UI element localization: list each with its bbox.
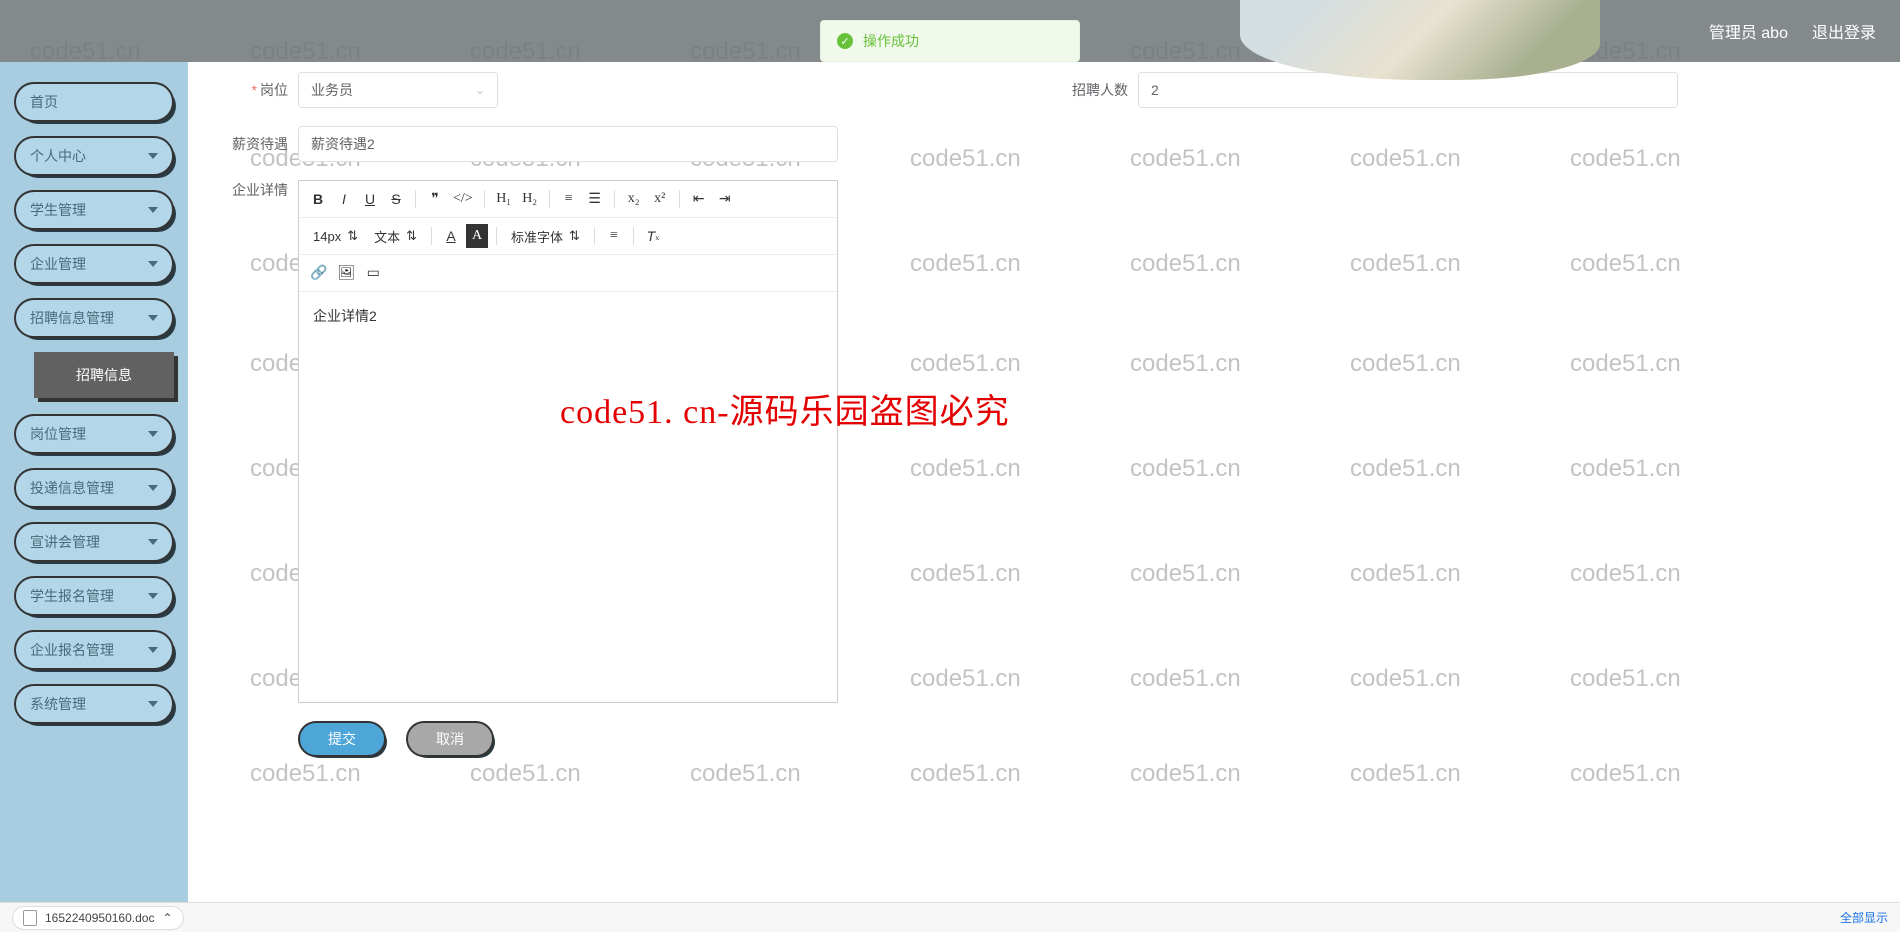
main-form: 岗位 业务员 ⌄ 招聘人数 薪资待遇 企业详情 B I U S ❞ </>: [188, 62, 1900, 902]
sidebar-item-label: 招聘信息管理: [30, 308, 114, 328]
logout-link[interactable]: 退出登录: [1812, 19, 1876, 43]
code-icon[interactable]: </>: [450, 187, 476, 211]
chevron-down-icon: [148, 207, 158, 213]
sidebar-item-label: 岗位管理: [30, 424, 86, 444]
image-icon[interactable]: 🖼: [334, 261, 358, 285]
sidebar-item-profile[interactable]: 个人中心: [14, 136, 174, 176]
subscript-icon[interactable]: x₂: [623, 187, 645, 211]
toolbar-separator: [549, 190, 550, 208]
salary-label: 薪资待遇: [218, 134, 288, 154]
toolbar-separator: [484, 190, 485, 208]
toolbar-separator: [633, 227, 634, 245]
paragraph-select[interactable]: 文本 ⇅: [368, 227, 423, 246]
chevron-down-icon: [148, 593, 158, 599]
sidebar-item-student-mgmt[interactable]: 学生管理: [14, 190, 174, 230]
sidebar-item-label: 宣讲会管理: [30, 532, 100, 552]
ordered-list-icon[interactable]: ≡: [558, 187, 580, 211]
sidebar-item-label: 首页: [30, 92, 58, 112]
position-select-value: 业务员: [311, 80, 353, 100]
sidebar-item-label: 投递信息管理: [30, 478, 114, 498]
toolbar-separator: [679, 190, 680, 208]
chevron-down-icon: [148, 485, 158, 491]
editor-body[interactable]: 企业详情2: [299, 292, 837, 702]
toolbar-separator: [415, 190, 416, 208]
superscript-icon[interactable]: x²: [649, 187, 671, 211]
bg-color-icon[interactable]: A: [466, 224, 488, 248]
position-select[interactable]: 业务员 ⌄: [298, 72, 498, 108]
sidebar-item-student-signup-mgmt[interactable]: 学生报名管理: [14, 576, 174, 616]
sidebar: 首页 个人中心 学生管理 企业管理 招聘信息管理 招聘信息 岗位管理 投递信息管…: [0, 62, 188, 932]
indent-icon[interactable]: ⇤: [688, 187, 710, 211]
quote-icon[interactable]: ❞: [424, 187, 446, 211]
video-icon[interactable]: ▭: [362, 261, 384, 285]
download-filename: 1652240950160.doc: [45, 911, 154, 925]
sidebar-item-lecture-mgmt[interactable]: 宣讲会管理: [14, 522, 174, 562]
unordered-list-icon[interactable]: ☰: [584, 187, 606, 211]
toolbar-separator: [594, 227, 595, 245]
sidebar-item-position-mgmt[interactable]: 岗位管理: [14, 414, 174, 454]
submit-button[interactable]: 提交: [298, 721, 386, 757]
sidebar-item-label: 个人中心: [30, 146, 86, 166]
editor-toolbar-3: 🔗 🖼 ▭: [299, 255, 837, 292]
sidebar-subitem-label: 招聘信息: [76, 365, 132, 385]
toolbar-separator: [496, 227, 497, 245]
sidebar-item-label: 学生管理: [30, 200, 86, 220]
toast-text: 操作成功: [863, 31, 919, 51]
rich-text-editor: B I U S ❞ </> H₁ H₂ ≡ ☰ x₂ x² ⇤ ⇥: [298, 180, 838, 703]
italic-icon[interactable]: I: [333, 187, 355, 211]
chevron-down-icon: [148, 261, 158, 267]
sidebar-item-delivery-mgmt[interactable]: 投递信息管理: [14, 468, 174, 508]
salary-input[interactable]: [298, 126, 838, 162]
sidebar-item-home[interactable]: 首页: [14, 82, 174, 122]
download-bar: 1652240950160.doc ⌃ 全部显示: [0, 902, 1900, 932]
check-circle-icon: ✓: [837, 33, 853, 49]
chevron-down-icon: [148, 315, 158, 321]
chevron-down-icon: [148, 431, 158, 437]
sidebar-item-enterprise-mgmt[interactable]: 企业管理: [14, 244, 174, 284]
chevron-down-icon: [148, 539, 158, 545]
bold-icon[interactable]: B: [307, 187, 329, 211]
chevron-down-icon: [148, 701, 158, 707]
font-color-icon[interactable]: A: [440, 224, 462, 248]
updown-icon: ⇅: [406, 228, 417, 244]
chevron-down-icon: [148, 153, 158, 159]
sidebar-item-recruit-mgmt[interactable]: 招聘信息管理: [14, 298, 174, 338]
position-label: 岗位: [218, 80, 288, 100]
fontsize-select[interactable]: 14px ⇅: [307, 228, 364, 244]
fontfamily-select[interactable]: 标准字体 ⇅: [505, 227, 586, 246]
sidebar-item-enterprise-signup-mgmt[interactable]: 企业报名管理: [14, 630, 174, 670]
file-icon: [23, 910, 37, 926]
success-toast: ✓ 操作成功: [820, 20, 1080, 62]
outdent-icon[interactable]: ⇥: [714, 187, 736, 211]
sidebar-subitem-recruit-info[interactable]: 招聘信息: [34, 352, 174, 398]
cancel-button[interactable]: 取消: [406, 721, 494, 757]
h2-icon[interactable]: H₂: [519, 187, 541, 211]
headcount-label: 招聘人数: [1058, 80, 1128, 100]
show-all-downloads[interactable]: 全部显示: [1840, 909, 1888, 926]
chevron-down-icon: [148, 647, 158, 653]
strikethrough-icon[interactable]: S: [385, 187, 407, 211]
clear-format-icon[interactable]: Tₓ: [642, 224, 664, 248]
download-item[interactable]: 1652240950160.doc ⌃: [12, 906, 184, 930]
editor-toolbar-2: 14px ⇅ 文本 ⇅ A A 标准字体 ⇅ ≡ Tₓ: [299, 218, 837, 255]
chevron-up-icon: ⌃: [162, 911, 172, 925]
sidebar-item-system-mgmt[interactable]: 系统管理: [14, 684, 174, 724]
sidebar-item-label: 企业管理: [30, 254, 86, 274]
updown-icon: ⇅: [569, 228, 580, 244]
toolbar-separator: [614, 190, 615, 208]
toolbar-separator: [431, 227, 432, 245]
align-icon[interactable]: ≡: [603, 224, 625, 248]
link-icon[interactable]: 🔗: [307, 261, 330, 285]
chevron-down-icon: ⌄: [475, 83, 485, 97]
sidebar-item-label: 企业报名管理: [30, 640, 114, 660]
editor-toolbar: B I U S ❞ </> H₁ H₂ ≡ ☰ x₂ x² ⇤ ⇥: [299, 181, 837, 218]
sidebar-item-label: 学生报名管理: [30, 586, 114, 606]
user-label[interactable]: 管理员 abo: [1709, 19, 1788, 43]
sidebar-item-label: 系统管理: [30, 694, 86, 714]
h1-icon[interactable]: H₁: [493, 187, 515, 211]
underline-icon[interactable]: U: [359, 187, 381, 211]
updown-icon: ⇅: [347, 228, 358, 244]
detail-label: 企业详情: [218, 180, 288, 200]
